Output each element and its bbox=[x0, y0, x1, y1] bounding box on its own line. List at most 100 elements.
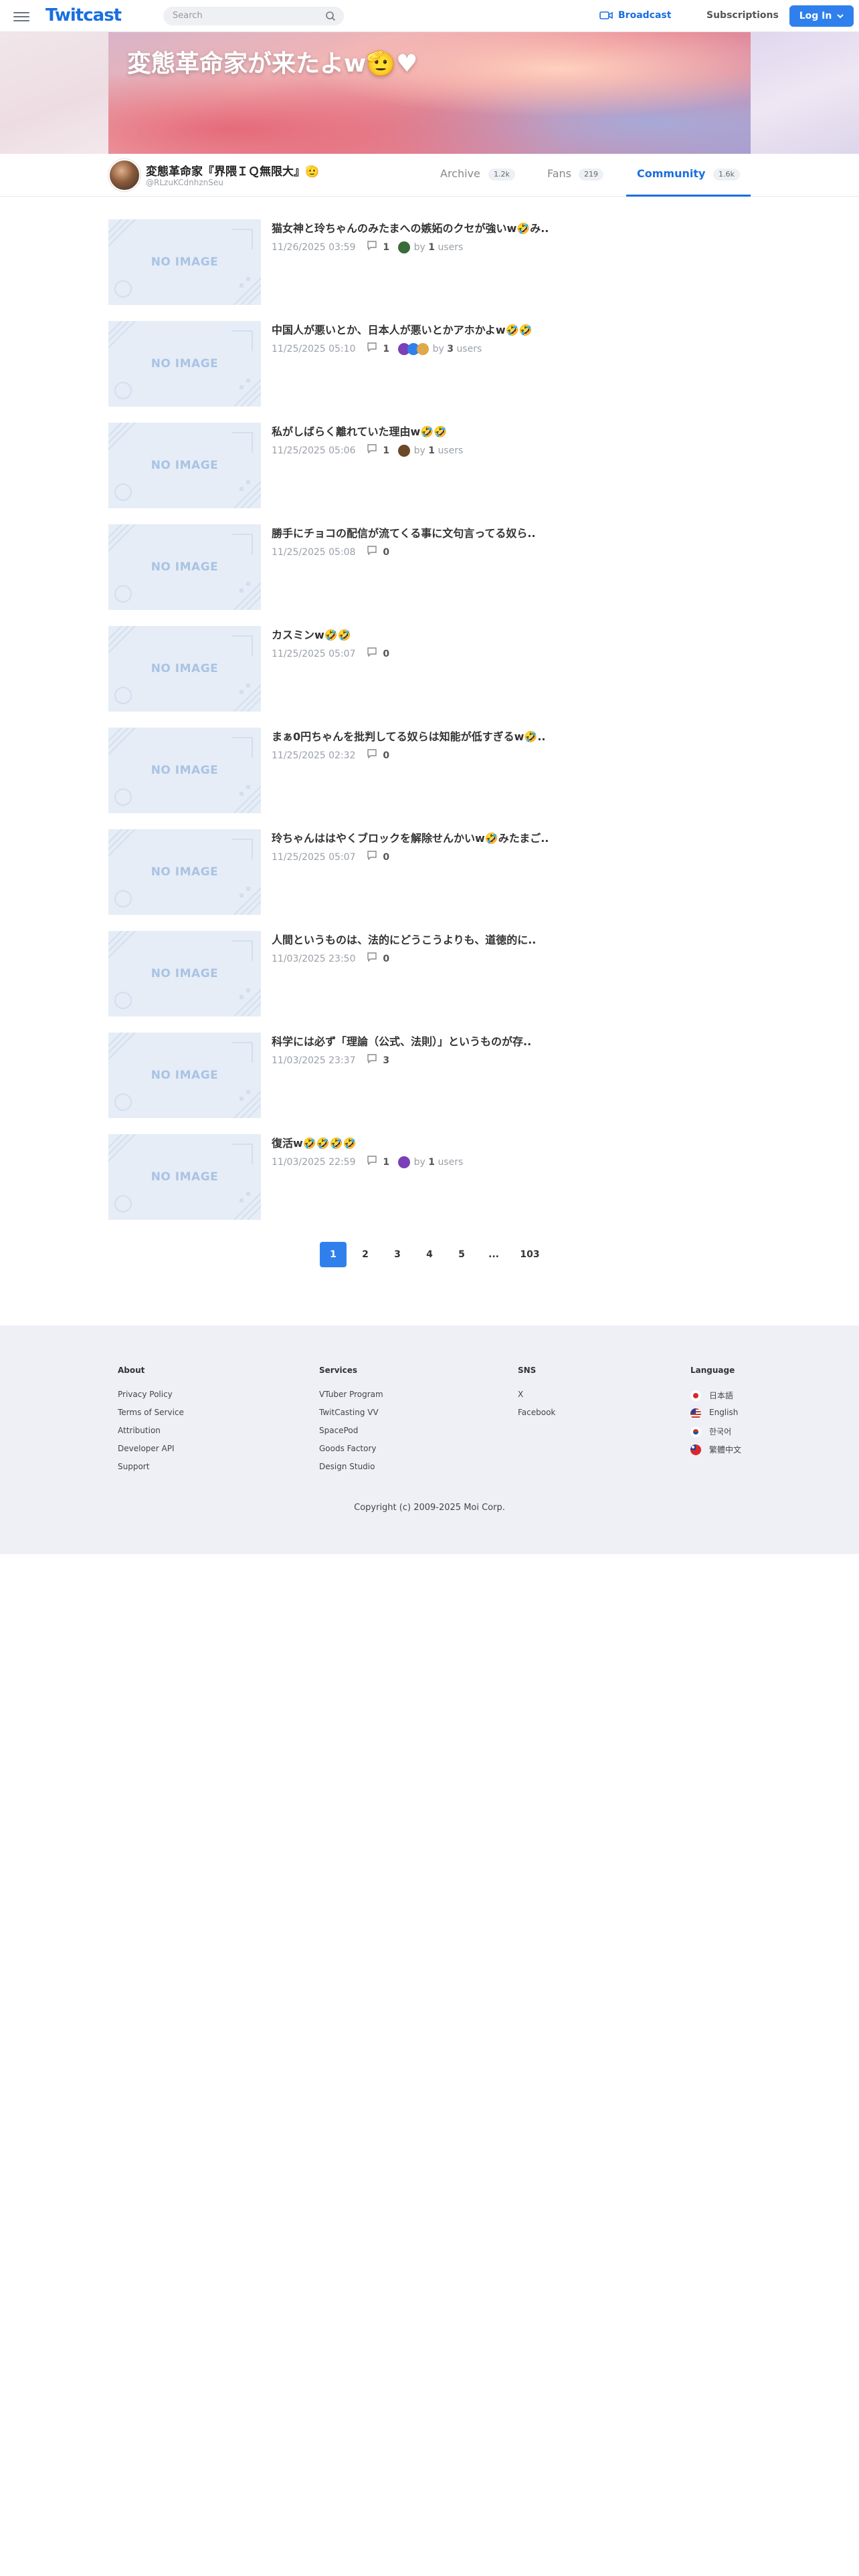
terms-link[interactable]: Terms of Service bbox=[118, 1408, 184, 1426]
post-date: 11/25/2025 05:10 bbox=[272, 344, 356, 354]
profile-bar: 変態革命家『界隈ＩＱ無限大』🫡 @RLzuKCdnhznSeu Archive … bbox=[0, 154, 859, 197]
profile-name[interactable]: 変態革命家『界隈ＩＱ無限大』🫡 bbox=[146, 162, 319, 179]
post-title[interactable]: 中国人が悪いとか、日本人が悪いとかアホかよw🤣🤣 bbox=[272, 321, 533, 337]
tab-archive[interactable]: Archive 1.2k bbox=[440, 154, 520, 197]
post-title[interactable]: 勝手にチョコの配信が流てくる事に文句言ってる奴ら.. bbox=[272, 524, 536, 540]
users-label: users bbox=[438, 242, 464, 253]
avatar[interactable] bbox=[108, 159, 140, 191]
camera-icon bbox=[599, 11, 613, 19]
page-5-button[interactable]: 5 bbox=[448, 1242, 475, 1267]
twitcasting-vv-link[interactable]: TwitCasting VV bbox=[319, 1408, 383, 1426]
list-item[interactable]: NO IMAGE 勝手にチョコの配信が流てくる事に文句言ってる奴ら.. 11/2… bbox=[108, 524, 710, 611]
post-title[interactable]: まぁ0円ちゃんを批判してる奴らは知能が低すぎるw🤣.. bbox=[272, 728, 546, 744]
post-thumbnail[interactable]: NO IMAGE bbox=[108, 524, 261, 610]
attribution-link[interactable]: Attribution bbox=[118, 1426, 184, 1444]
post-title[interactable]: 私がしばらく離れていた理由w🤣🤣 bbox=[272, 423, 447, 439]
spacepod-link[interactable]: SpacePod bbox=[319, 1426, 383, 1444]
post-thumbnail[interactable]: NO IMAGE bbox=[108, 829, 261, 915]
search-icon[interactable] bbox=[325, 11, 336, 21]
list-item[interactable]: NO IMAGE カスミンw🤣🤣 11/25/2025 05:07 0 bbox=[108, 626, 710, 713]
post-title[interactable]: カスミンw🤣🤣 bbox=[272, 626, 351, 642]
post-thumbnail[interactable]: NO IMAGE bbox=[108, 931, 261, 1016]
post-title[interactable]: 科学には必ず「理論（公式、法則）」というものが存.. bbox=[272, 1033, 531, 1049]
banner-backdrop-right bbox=[751, 32, 859, 154]
comment-count: 1 bbox=[383, 344, 390, 354]
login-button[interactable]: Log In bbox=[789, 5, 854, 27]
commenters-summary: by 1 users bbox=[414, 445, 464, 456]
goods-factory-link[interactable]: Goods Factory bbox=[319, 1444, 383, 1462]
tab-archive-label: Archive bbox=[440, 167, 480, 180]
post-thumbnail[interactable]: NO IMAGE bbox=[108, 423, 261, 508]
footer-sns-heading: SNS bbox=[518, 1366, 537, 1375]
no-image-label: NO IMAGE bbox=[151, 967, 219, 980]
post-thumbnail[interactable]: NO IMAGE bbox=[108, 219, 261, 305]
page-1-button[interactable]: 1 bbox=[320, 1242, 347, 1267]
post-thumbnail[interactable]: NO IMAGE bbox=[108, 321, 261, 407]
tab-community-count: 1.6k bbox=[713, 169, 740, 181]
commenter-count: 1 bbox=[428, 242, 435, 253]
list-item[interactable]: NO IMAGE 復活w🤣🤣🤣🤣 11/03/2025 22:59 1 by 1… bbox=[108, 1134, 710, 1221]
chevron-down-icon bbox=[837, 14, 844, 19]
list-item[interactable]: NO IMAGE 私がしばらく離れていた理由w🤣🤣 11/25/2025 05:… bbox=[108, 423, 710, 510]
language-english[interactable]: English bbox=[690, 1408, 741, 1426]
post-thumbnail[interactable]: NO IMAGE bbox=[108, 728, 261, 813]
list-item[interactable]: NO IMAGE まぁ0円ちゃんを批判してる奴らは知能が低すぎるw🤣.. 11/… bbox=[108, 728, 710, 815]
menu-icon[interactable] bbox=[13, 9, 29, 23]
banner-backdrop-left bbox=[0, 32, 108, 154]
comment-icon bbox=[367, 647, 377, 657]
developer-api-link[interactable]: Developer API bbox=[118, 1444, 184, 1462]
no-image-label: NO IMAGE bbox=[151, 1170, 219, 1184]
post-thumbnail[interactable]: NO IMAGE bbox=[108, 1033, 261, 1118]
commenter-avatar bbox=[416, 343, 429, 355]
post-date: 11/25/2025 05:06 bbox=[272, 445, 356, 456]
post-title[interactable]: 人間というものは、法的にどうこうよりも、道徳的に.. bbox=[272, 931, 536, 947]
search-input[interactable]: Search bbox=[173, 11, 203, 21]
profile-handle: @RLzuKCdnhznSeu bbox=[146, 178, 223, 187]
page-3-button[interactable]: 3 bbox=[384, 1242, 411, 1267]
comment-count: 1 bbox=[383, 445, 390, 456]
post-thumbnail[interactable]: NO IMAGE bbox=[108, 1134, 261, 1220]
list-item[interactable]: NO IMAGE 猫女神と玲ちゃんのみたまへの嫉妬のクセが強いw🤣み.. 11/… bbox=[108, 219, 710, 306]
vtuber-program-link[interactable]: VTuber Program bbox=[319, 1390, 383, 1408]
list-item[interactable]: NO IMAGE 中国人が悪いとか、日本人が悪いとかアホかよw🤣🤣 11/25/… bbox=[108, 321, 710, 408]
tab-fans[interactable]: Fans 219 bbox=[547, 154, 614, 197]
commenter-avatar bbox=[397, 445, 410, 457]
post-date: 11/26/2025 03:59 bbox=[272, 242, 356, 253]
page-2-button[interactable]: 2 bbox=[352, 1242, 379, 1267]
language-traditional-chinese[interactable]: 繁體中文 bbox=[690, 1444, 741, 1462]
language-korean[interactable]: 한국어 bbox=[690, 1426, 741, 1444]
post-date: 11/25/2025 02:32 bbox=[272, 750, 356, 761]
list-item[interactable]: NO IMAGE 人間というものは、法的にどうこうよりも、道徳的に.. 11/0… bbox=[108, 931, 710, 1018]
us-flag-icon bbox=[690, 1408, 701, 1419]
post-title[interactable]: 復活w🤣🤣🤣🤣 bbox=[272, 1134, 356, 1150]
facebook-link[interactable]: Facebook bbox=[518, 1408, 555, 1426]
list-item[interactable]: NO IMAGE 科学には必ず「理論（公式、法則）」というものが存.. 11/0… bbox=[108, 1033, 710, 1119]
comment-icon bbox=[367, 241, 377, 251]
page-last-button[interactable]: 103 bbox=[514, 1242, 546, 1267]
design-studio-link[interactable]: Design Studio bbox=[319, 1462, 383, 1480]
no-image-label: NO IMAGE bbox=[151, 1069, 219, 1082]
privacy-policy-link[interactable]: Privacy Policy bbox=[118, 1390, 184, 1408]
post-thumbnail[interactable]: NO IMAGE bbox=[108, 626, 261, 712]
post-title[interactable]: 玲ちゃんははやくブロックを解除せんかいw🤣みたまご.. bbox=[272, 829, 549, 845]
comment-count: 3 bbox=[383, 1055, 390, 1066]
page-4-button[interactable]: 4 bbox=[416, 1242, 443, 1267]
no-image-label: NO IMAGE bbox=[151, 764, 219, 777]
comment-icon bbox=[367, 546, 377, 556]
post-meta: 11/03/2025 22:59 1 by 1 users bbox=[272, 1156, 463, 1168]
twitcast-logo[interactable]: Twitcast bbox=[45, 5, 122, 25]
footer-sns: SNS X Facebook bbox=[518, 1366, 555, 1426]
x-link[interactable]: X bbox=[518, 1390, 555, 1408]
comment-count: 0 bbox=[383, 547, 390, 558]
comment-icon bbox=[367, 851, 377, 861]
support-link[interactable]: Support bbox=[118, 1462, 184, 1480]
subscriptions-link[interactable]: Subscriptions bbox=[706, 10, 779, 21]
search-bar[interactable]: Search bbox=[163, 7, 344, 25]
tab-community[interactable]: Community 1.6k bbox=[626, 154, 751, 197]
commenter-count: 1 bbox=[428, 445, 435, 456]
language-japanese[interactable]: 日本語 bbox=[690, 1390, 741, 1408]
post-meta: 11/25/2025 05:08 0 bbox=[272, 546, 389, 558]
list-item[interactable]: NO IMAGE 玲ちゃんははやくブロックを解除せんかいw🤣みたまご.. 11/… bbox=[108, 829, 710, 916]
post-title[interactable]: 猫女神と玲ちゃんのみたまへの嫉妬のクセが強いw🤣み.. bbox=[272, 219, 549, 235]
broadcast-link[interactable]: Broadcast bbox=[599, 10, 671, 21]
